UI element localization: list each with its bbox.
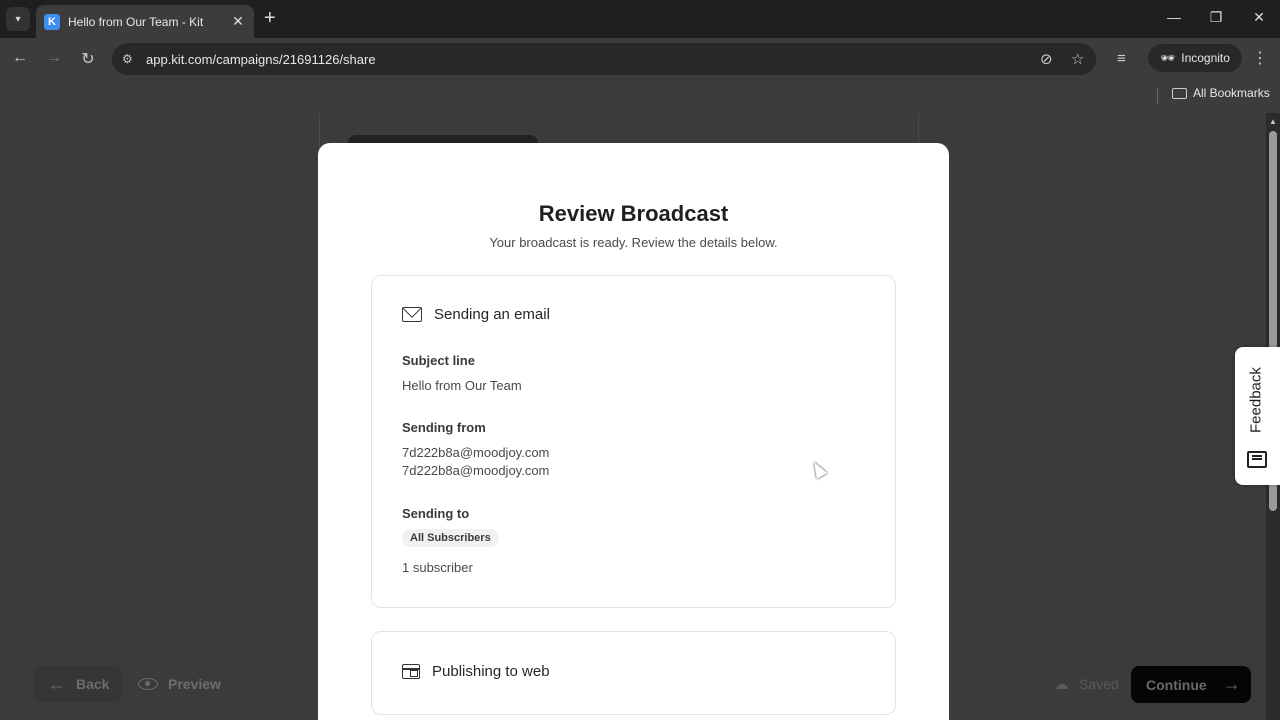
url-text: app.kit.com/campaigns/21691126/share [146, 51, 376, 67]
chat-icon [1247, 451, 1267, 468]
bookmarks-bar: All Bookmarks [0, 80, 1280, 113]
close-window-icon[interactable]: ✕ [1249, 9, 1269, 26]
back-label: Back [76, 676, 110, 692]
subject-line-label: Subject line [402, 353, 475, 368]
media-control-icon[interactable]: ≡ [1117, 50, 1126, 67]
sending-email-label: Sending an email [434, 306, 550, 323]
eye-off-icon[interactable]: ⊘ [1040, 50, 1053, 68]
publishing-web-heading: Publishing to web [402, 663, 550, 680]
reload-icon[interactable]: ↻ [78, 49, 98, 69]
arrow-right-icon: → [1222, 674, 1241, 694]
tab-search-button[interactable]: ▾ [6, 7, 30, 31]
bookmarks-divider [1157, 88, 1158, 104]
continue-button[interactable]: Continue → [1131, 666, 1251, 703]
forward-arrow-icon[interactable]: → [44, 49, 64, 67]
mail-icon [402, 307, 422, 322]
sending-to-field: Sending to All Subscribers 1 subscriber [402, 506, 499, 575]
browser-tab[interactable]: K Hello from Our Team - Kit ✕ [36, 5, 254, 38]
publishing-web-label: Publishing to web [432, 663, 550, 680]
cloud-check-icon: ☁ [1054, 676, 1069, 693]
eye-icon [138, 678, 158, 690]
subject-line-field: Subject line Hello from Our Team [402, 353, 522, 393]
review-broadcast-modal: Review Broadcast Your broadcast is ready… [318, 143, 949, 720]
modal-title: Review Broadcast [538, 201, 729, 226]
browser-tab-bar: ▾ K Hello from Our Team - Kit ✕ + — ❐ ✕ [0, 0, 1280, 38]
all-bookmarks-button[interactable]: All Bookmarks [1172, 86, 1270, 100]
restore-icon[interactable]: ❐ [1206, 9, 1226, 26]
sending-email-card: Sending an email Subject line Hello from… [371, 275, 896, 608]
kit-favicon-icon: K [44, 13, 60, 30]
web-layout-icon [402, 664, 420, 679]
sending-from-label: Sending from [402, 420, 486, 435]
feedback-tab[interactable]: Feedback [1235, 347, 1280, 485]
site-settings-icon[interactable]: ⚙ [122, 52, 142, 66]
sending-from-field: Sending from 7d222b8a@moodjoy.com 7d222b… [402, 420, 549, 478]
sender-email: 7d222b8a@moodjoy.com [402, 445, 550, 460]
incognito-label: Incognito [1181, 51, 1230, 65]
back-arrow-icon[interactable]: ← [10, 49, 30, 67]
scroll-up-icon[interactable]: ▲ [1269, 117, 1277, 126]
sending-to-label: Sending to [402, 506, 470, 521]
saved-label: Saved [1079, 676, 1119, 692]
back-button[interactable]: ← Back [34, 666, 124, 702]
feedback-label: Feedback [1247, 367, 1265, 434]
minimize-icon[interactable]: — [1164, 9, 1184, 25]
tab-title: Hello from Our Team - Kit [68, 14, 204, 29]
all-bookmarks-label: All Bookmarks [1193, 86, 1270, 100]
preview-button[interactable]: Preview [138, 666, 221, 702]
modal-subtitle: Your broadcast is ready. Review the deta… [489, 235, 778, 250]
all-subscribers-tag: All Subscribers [402, 529, 499, 547]
address-bar[interactable]: ⚙ app.kit.com/campaigns/21691126/share [112, 43, 1096, 75]
star-icon[interactable]: ☆ [1071, 50, 1084, 68]
saved-status: ☁ Saved [1054, 666, 1119, 702]
continue-label: Continue [1146, 676, 1207, 693]
sending-email-heading: Sending an email [402, 306, 550, 323]
incognito-indicator[interactable]: 🕶 Incognito [1148, 44, 1242, 72]
sender-reply-email: 7d222b8a@moodjoy.com [402, 463, 550, 478]
browser-toolbar: ← → ↻ ⚙ app.kit.com/campaigns/21691126/s… [0, 38, 1280, 80]
publishing-web-card: Publishing to web [371, 631, 896, 715]
incognito-icon: 🕶 [1160, 51, 1176, 65]
subscriber-count: 1 subscriber [402, 560, 473, 575]
arrow-left-icon: ← [48, 673, 66, 694]
preview-label: Preview [168, 676, 221, 692]
folder-icon [1172, 87, 1187, 99]
close-tab-icon[interactable]: ✕ [230, 13, 246, 30]
chevron-down-icon: ▾ [15, 13, 21, 25]
subject-line-value: Hello from Our Team [402, 378, 522, 393]
browser-menu-icon[interactable]: ⋮ [1252, 48, 1268, 68]
new-tab-icon[interactable]: + [264, 8, 276, 28]
